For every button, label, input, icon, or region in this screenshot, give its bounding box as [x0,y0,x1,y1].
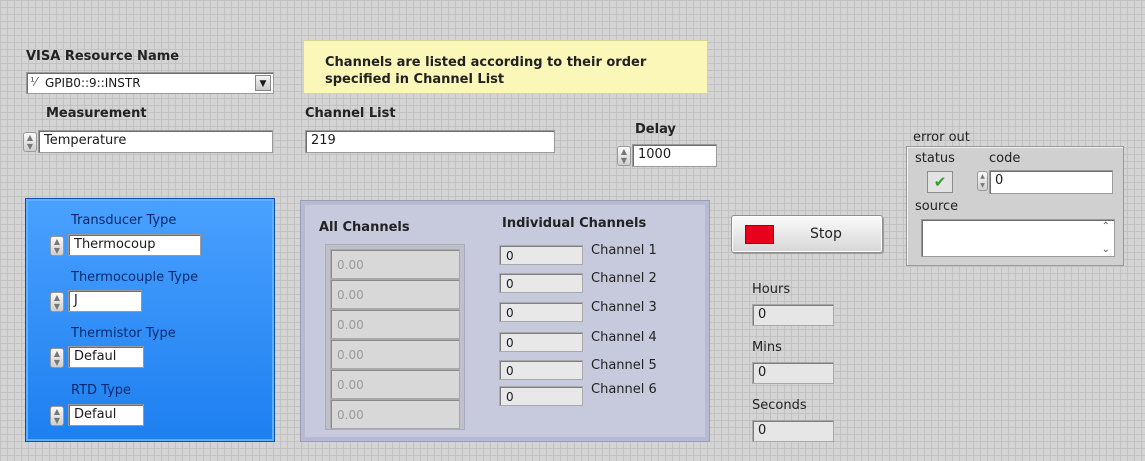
transducer-type-label: Transducer Type [71,213,177,228]
all-channel-value: 0.00 [330,399,460,429]
scroll-down-icon[interactable]: ⌄ [1102,244,1110,255]
all-channel-value: 0.00 [330,339,460,369]
channel-order-note-text: Channels are listed according to their o… [325,55,647,87]
seconds-label: Seconds [752,398,807,413]
error-source-field[interactable]: ⌃ ⌄ [921,219,1115,257]
all-channel-value: 0.00 [330,369,460,399]
channel-1-label: Channel 1 [591,243,657,258]
channel-6-label: Channel 6 [591,382,657,397]
error-source-label: source [915,199,959,214]
mins-value: 0 [752,362,834,384]
transducer-type-stepper[interactable]: ▲ ▼ [50,236,64,256]
channel-2-value: 0 [499,273,583,293]
all-channel-value: 0.00 [330,249,460,279]
error-code-stepper[interactable]: ▲ ▼ [977,171,988,191]
thermocouple-type-stepper[interactable]: ▲ ▼ [50,292,64,312]
stop-button-label: Stop [810,226,842,242]
thermistor-type-field[interactable]: Defaul [68,346,144,368]
rtd-type-label: RTD Type [71,383,132,398]
error-out-cluster: status code ✔ ▲ ▼ 0 source ⌃ ⌄ [906,146,1124,266]
delay-field[interactable]: 1000 [632,144,717,167]
transducer-type-field[interactable]: Thermocoup [68,234,201,256]
channel-list-label: Channel List [305,106,396,121]
channel-2-label: Channel 2 [591,271,657,286]
transducer-panel: Transducer Type ▲ ▼ Thermocoup Thermocoup… [25,198,275,442]
all-channel-value: 0.00 [330,279,460,309]
delay-label: Delay [635,122,676,137]
channel-3-label: Channel 3 [591,300,657,315]
thermocouple-type-label: Thermocouple Type [71,270,199,285]
channel-order-note: Channels are listed according to their o… [303,40,708,94]
channels-panel: All Channels 0.00 0.00 0.00 0.00 0.00 0.… [300,200,710,442]
hours-label: Hours [752,282,791,297]
chevron-down-icon[interactable]: ▼ [255,75,271,91]
thermistor-type-label: Thermistor Type [71,326,176,341]
status-ok-icon: ✔ [927,171,953,193]
measurement-stepper[interactable]: ▲ ▼ [23,132,37,152]
scroll-up-icon[interactable]: ⌃ [1102,221,1110,232]
all-channels-label: All Channels [319,220,410,235]
error-status-label: status [915,151,955,166]
channel-4-value: 0 [499,332,583,352]
stop-button[interactable]: Stop [731,215,883,253]
channel-3-value: 0 [499,302,583,322]
hours-value: 0 [752,304,834,326]
channel-5-value: 0 [499,360,583,380]
visa-resource-label: VISA Resource Name [26,49,180,64]
stop-indicator-icon [745,225,774,244]
mins-label: Mins [752,340,782,355]
error-code-field[interactable]: 0 [989,170,1113,194]
all-channels-array: 0.00 0.00 0.00 0.00 0.00 0.00 [325,244,465,430]
individual-channels-label: Individual Channels [502,216,647,231]
visa-resource-value: GPIB0::9::INSTR [45,76,141,90]
delay-stepper[interactable]: ▲ ▼ [617,146,631,166]
channel-5-label: Channel 5 [591,358,657,373]
measurement-label: Measurement [46,106,147,121]
all-channel-value: 0.00 [330,309,460,339]
rtd-type-stepper[interactable]: ▲ ▼ [50,406,64,426]
visa-resource-select[interactable]: ⅟ GPIB0::9::INSTR ▼ [26,72,274,94]
channel-6-value: 0 [499,386,583,406]
channel-list-field[interactable]: 219 [305,130,555,153]
error-code-label: code [989,151,1021,166]
thermistor-type-stepper[interactable]: ▲ ▼ [50,348,64,368]
visa-icon: ⅟ [30,75,37,89]
error-out-label: error out [913,130,970,145]
rtd-type-field[interactable]: Defaul [68,404,144,426]
seconds-value: 0 [752,420,834,442]
channel-4-label: Channel 4 [591,330,657,345]
channel-1-value: 0 [499,245,583,265]
measurement-field[interactable]: Temperature [38,130,273,153]
thermocouple-type-field[interactable]: J [68,290,142,312]
